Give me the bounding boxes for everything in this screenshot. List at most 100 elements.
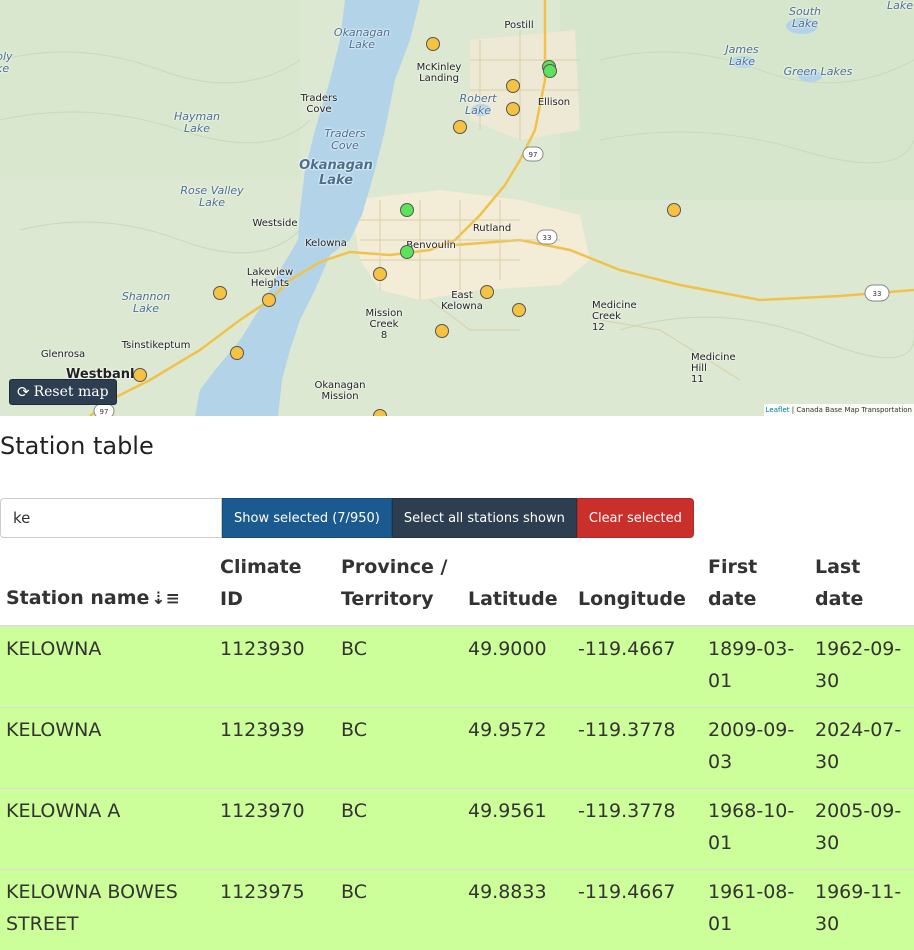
col-header-station-name[interactable]: Station name⇣≡ <box>0 545 214 626</box>
col-header-longitude[interactable]: Longitude <box>572 545 702 626</box>
cell-station-name: KELOWNA <box>0 708 214 789</box>
label-traders-cove-water: Traders Cove <box>318 128 372 152</box>
station-marker[interactable] <box>426 37 440 51</box>
cell-last-date: 1962-09-30 <box>809 626 914 708</box>
station-filter-input[interactable] <box>0 498 222 538</box>
label-rutland: Rutland <box>466 223 518 234</box>
label-glenrosa: Glenrosa <box>34 349 92 360</box>
station-marker[interactable] <box>230 346 244 360</box>
clear-selected-button[interactable]: Clear selected <box>577 498 694 538</box>
cell-last-date: 1969-11-30 <box>809 870 914 950</box>
shield-97b: 97 <box>100 408 109 416</box>
col-header-first-date[interactable]: First date <box>702 545 809 626</box>
cell-first-date: 2009-09-03 <box>702 708 809 789</box>
cell-latitude: 49.9561 <box>462 789 572 870</box>
attribution-source: Canada Base Map Transportation <box>796 406 912 414</box>
col-header-latitude[interactable]: Latitude <box>462 545 572 626</box>
refresh-icon: ⟳ <box>17 383 30 401</box>
label-rose-valley-lake: Rose Valley Lake <box>172 185 252 209</box>
label-south-lake: South Lake <box>780 6 830 30</box>
label-mckinley-landing: McKinley Landing <box>413 62 465 84</box>
label-green-lakes: Green Lakes <box>780 66 856 78</box>
station-marker[interactable] <box>435 324 449 338</box>
cell-first-date: 1899-03-01 <box>702 626 809 708</box>
station-marker[interactable] <box>506 102 520 116</box>
label-shannon-lake: Shannon Lake <box>112 291 180 315</box>
table-header-row: Station name⇣≡ Climate ID Province / Ter… <box>0 545 914 626</box>
station-map[interactable]: 97 33 33 97 Okanagan Lake Postill McKinl… <box>0 0 914 416</box>
table-row[interactable]: KELOWNA BOWES STREET 1123975 BC 49.8833 … <box>0 870 914 950</box>
label-hayman-lake: Hayman Lake <box>166 111 228 135</box>
label-mission-creek: Mission Creek 8 <box>358 308 410 341</box>
label-lakeview-heights: Lakeview Heights <box>240 267 300 289</box>
station-marker[interactable] <box>373 409 387 416</box>
label-traders-cove-town: Traders Cove <box>292 93 346 115</box>
cell-last-date: 2024-07-30 <box>809 708 914 789</box>
label-lake-ne: Lake <box>884 0 914 12</box>
map-attribution: Leaflet | Canada Base Map Transportation <box>764 404 914 416</box>
cell-station-name: KELOWNA A <box>0 789 214 870</box>
cell-latitude: 49.9000 <box>462 626 572 708</box>
leaflet-link[interactable]: Leaflet <box>766 406 790 414</box>
station-marker[interactable] <box>506 79 520 93</box>
station-marker[interactable] <box>213 286 227 300</box>
label-okanagan-lake-north: Okanagan Lake <box>331 27 393 51</box>
station-marker[interactable] <box>133 368 147 382</box>
station-table: Station name⇣≡ Climate ID Province / Ter… <box>0 545 914 950</box>
station-marker[interactable] <box>667 203 681 217</box>
cell-longitude: -119.3778 <box>572 708 702 789</box>
station-marker[interactable] <box>480 285 494 299</box>
label-westside: Westside <box>247 218 303 229</box>
table-row[interactable]: KELOWNA A 1123970 BC 49.9561 -119.3778 1… <box>0 789 914 870</box>
col-header-province[interactable]: Province / Territory <box>335 545 462 626</box>
select-all-button[interactable]: Select all stations shown <box>392 498 577 538</box>
table-controls: Show selected (7/950) Select all station… <box>0 498 694 538</box>
cell-province: BC <box>335 626 462 708</box>
label-medicine-hill: Medicine Hill 11 <box>691 352 747 385</box>
cell-station-name: KELOWNA <box>0 626 214 708</box>
label-james-lake: James Lake <box>717 44 767 68</box>
cell-climate-id: 1123975 <box>214 870 335 950</box>
col-header-last-date[interactable]: Last date <box>809 545 914 626</box>
station-marker[interactable] <box>453 120 467 134</box>
cell-province: BC <box>335 870 462 950</box>
label-okanagan-lake-main: Okanagan Lake <box>296 158 376 188</box>
cell-province: BC <box>335 789 462 870</box>
cell-longitude: -119.3778 <box>572 789 702 870</box>
station-marker-selected[interactable] <box>543 64 557 78</box>
label-ellison: Ellison <box>532 97 576 108</box>
cell-first-date: 1961-08-01 <box>702 870 809 950</box>
cell-latitude: 49.9572 <box>462 708 572 789</box>
table-row[interactable]: KELOWNA 1123939 BC 49.9572 -119.3778 200… <box>0 708 914 789</box>
station-marker[interactable] <box>262 293 276 307</box>
cell-climate-id: 1123930 <box>214 626 335 708</box>
station-marker[interactable] <box>512 303 526 317</box>
cell-province: BC <box>335 708 462 789</box>
cell-climate-id: 1123939 <box>214 708 335 789</box>
show-selected-button[interactable]: Show selected (7/950) <box>222 498 392 538</box>
label-okanagan-mission: Okanagan Mission <box>306 380 374 402</box>
label-bly: bly ke <box>0 51 20 75</box>
shield-97a: 97 <box>529 151 538 159</box>
station-marker-selected[interactable] <box>400 203 414 217</box>
col-header-climate-id[interactable]: Climate ID <box>214 545 335 626</box>
reset-map-button[interactable]: ⟳ Reset map <box>9 379 117 405</box>
cell-last-date: 2005-09-30 <box>809 789 914 870</box>
sort-alpha-down-icon: ⇣≡ <box>151 589 180 609</box>
station-marker-selected[interactable] <box>400 245 414 259</box>
cell-longitude: -119.4667 <box>572 626 702 708</box>
cell-climate-id: 1123970 <box>214 789 335 870</box>
label-kelowna: Kelowna <box>300 238 352 249</box>
shield-33a: 33 <box>543 234 552 242</box>
label-robert-lake: Robert Lake <box>454 93 502 117</box>
station-marker[interactable] <box>373 267 387 281</box>
shield-33b: 33 <box>873 290 882 298</box>
table-row[interactable]: KELOWNA 1123930 BC 49.9000 -119.4667 189… <box>0 626 914 708</box>
cell-longitude: -119.4667 <box>572 870 702 950</box>
cell-latitude: 49.8833 <box>462 870 572 950</box>
cell-first-date: 1968-10-01 <box>702 789 809 870</box>
section-title: Station table <box>0 432 154 460</box>
reset-map-label: Reset map <box>34 384 109 400</box>
cell-station-name: KELOWNA BOWES STREET <box>0 870 214 950</box>
label-tsinstikeptum: Tsinstikeptum <box>116 340 196 351</box>
